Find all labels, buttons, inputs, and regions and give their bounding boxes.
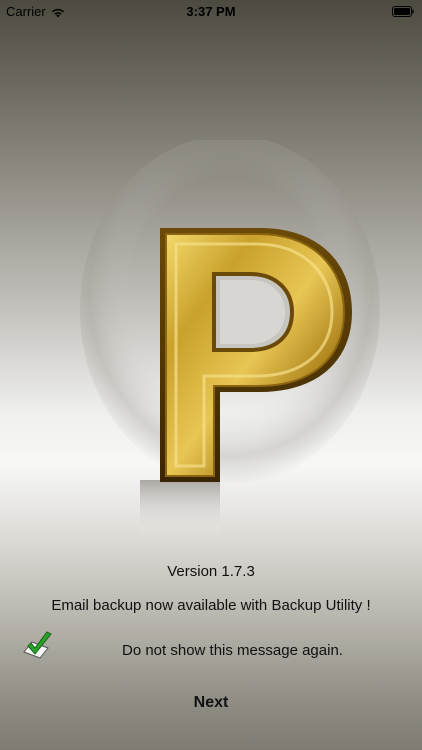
do-not-show-label: Do not show this message again. [122,642,343,659]
status-time: 3:37 PM [186,4,236,19]
app-logo [80,135,380,550]
announcement-message: Email backup now available with Backup U… [51,597,371,614]
version-label: Version 1.7.3 [167,563,255,580]
do-not-show-checkbox[interactable] [18,630,54,666]
next-button[interactable]: Next [171,690,251,716]
checkmark-icon [23,631,52,659]
gold-p-logo-icon [80,135,380,540]
status-bar: Carrier 3:37 PM [0,0,422,22]
battery-icon [392,5,414,17]
